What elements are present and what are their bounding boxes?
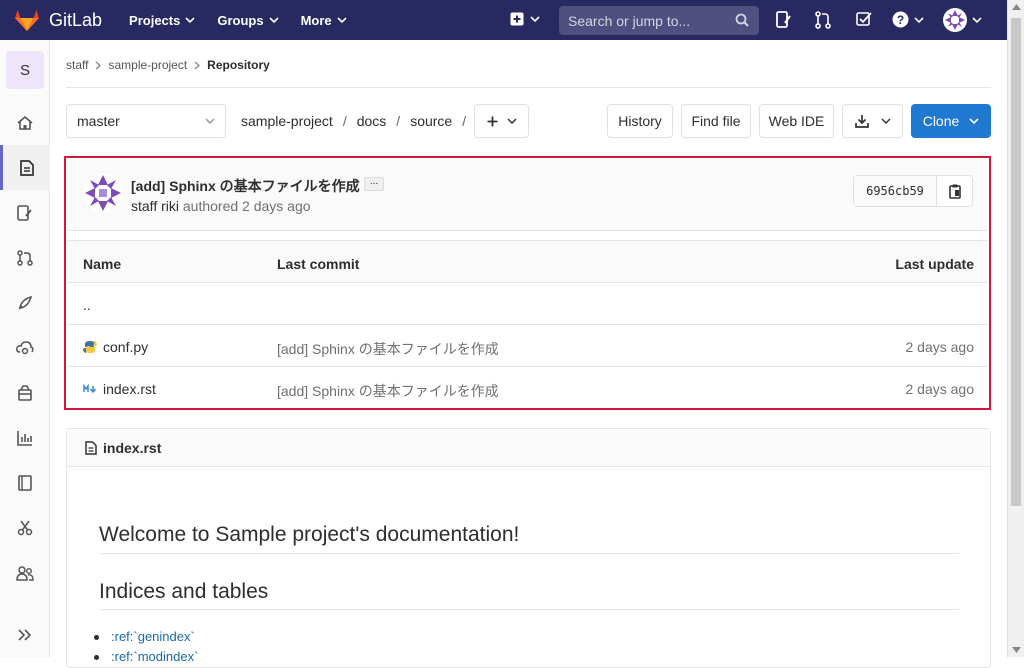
readme-heading-1: Welcome to Sample project's documentatio… <box>99 523 520 546</box>
branch-selector[interactable]: master <box>66 104 226 138</box>
list-item[interactable]: :ref:`genindex` <box>94 629 195 644</box>
gitlab-logo-icon <box>15 10 39 31</box>
more-label: More <box>300 12 332 28</box>
sidebar-item-issues[interactable] <box>0 190 50 235</box>
chevron-down-icon <box>880 118 891 124</box>
chevron-down-icon <box>337 17 347 23</box>
web-ide-button[interactable]: Web IDE <box>759 104 834 138</box>
download-icon <box>854 115 869 128</box>
breadcrumb-staff[interactable]: staff <box>66 58 88 72</box>
clone-dropdown[interactable]: Clone <box>911 104 991 138</box>
path-separator: / <box>342 113 347 129</box>
breadcrumb-repository[interactable]: Repository <box>207 58 270 72</box>
repo-path: sample-project / docs / source / <box>241 113 476 129</box>
top-navbar: GitLab Projects Groups More Search or ju… <box>0 0 1007 40</box>
rocket-icon <box>18 295 33 310</box>
document-icon <box>19 159 34 176</box>
chevron-down-icon <box>530 16 540 22</box>
sidebar-item-operations[interactable] <box>0 325 50 370</box>
path-sample-project[interactable]: sample-project <box>241 113 333 129</box>
project-sidebar: S <box>0 40 50 657</box>
user-menu[interactable] <box>943 8 982 32</box>
sidebar-item-ci-cd[interactable] <box>0 280 50 325</box>
todos-icon[interactable] <box>856 11 872 27</box>
user-avatar-icon <box>943 8 967 32</box>
sidebar-item-analytics[interactable] <box>0 415 50 460</box>
path-source[interactable]: source <box>410 113 452 129</box>
chevron-down-icon <box>969 118 979 124</box>
vertical-scrollbar[interactable] <box>1007 0 1024 657</box>
sidebar-item-repository[interactable] <box>0 145 50 190</box>
issues-icon <box>17 204 32 221</box>
home-icon <box>17 115 33 130</box>
divider <box>99 553 959 554</box>
package-icon <box>18 384 32 401</box>
breadcrumb-sample-project[interactable]: sample-project <box>108 58 187 72</box>
chevron-down-icon <box>185 17 195 23</box>
groups-dropdown[interactable]: Groups <box>217 12 279 28</box>
find-file-button[interactable]: Find file <box>681 104 751 138</box>
users-icon <box>16 565 34 581</box>
highlight-annotation-box <box>64 156 991 410</box>
chevron-down-icon <box>205 118 215 124</box>
project-avatar[interactable]: S <box>6 51 44 89</box>
breadcrumb: staff sample-project Repository <box>66 58 270 72</box>
groups-label: Groups <box>217 12 264 28</box>
scrollbar-thumb[interactable] <box>1011 18 1021 506</box>
path-separator: / <box>396 113 401 129</box>
readme-panel: index.rst Welcome to Sample project's do… <box>66 428 991 668</box>
sidebar-item-members[interactable] <box>0 550 50 595</box>
sidebar-item-snippets[interactable] <box>0 505 50 550</box>
clone-label: Clone <box>922 113 960 129</box>
search-placeholder: Search or jump to... <box>568 12 691 29</box>
chevron-down-icon <box>269 17 279 23</box>
branch-name: master <box>77 113 120 129</box>
history-button[interactable]: History <box>607 104 673 138</box>
question-icon: ? <box>892 11 909 28</box>
sidebar-item-project-overview[interactable] <box>0 100 50 145</box>
chevron-right-icon <box>194 61 201 69</box>
book-icon <box>18 474 32 491</box>
scissors-icon <box>17 520 33 535</box>
plus-square-icon <box>510 12 524 26</box>
path-separator: / <box>462 113 467 129</box>
search-input[interactable]: Search or jump to... <box>559 6 759 35</box>
search-icon <box>735 13 749 27</box>
svg-text:?: ? <box>897 13 904 27</box>
scroll-up-arrow-icon[interactable] <box>1012 4 1021 10</box>
sidebar-collapse-button[interactable] <box>0 612 50 657</box>
path-docs[interactable]: docs <box>357 113 387 129</box>
issues-icon[interactable] <box>776 11 792 29</box>
projects-label: Projects <box>129 12 181 28</box>
divider <box>66 87 991 88</box>
chevron-down-icon <box>506 118 517 124</box>
scroll-down-arrow-icon[interactable] <box>1012 647 1021 653</box>
sidebar-item-packages[interactable] <box>0 370 50 415</box>
gitlab-brand: GitLab <box>49 9 103 30</box>
merge-request-icon <box>17 249 33 266</box>
more-dropdown[interactable]: More <box>301 13 347 28</box>
double-chevron-right-icon <box>18 628 32 641</box>
cloud-gear-icon <box>16 340 34 354</box>
chart-icon <box>17 430 32 446</box>
projects-dropdown[interactable]: Projects <box>129 13 195 28</box>
file-icon <box>85 440 97 455</box>
divider <box>99 609 959 610</box>
download-dropdown[interactable] <box>842 104 903 138</box>
chevron-down-icon <box>972 17 982 23</box>
readme-header: index.rst <box>67 429 990 467</box>
sidebar-item-merge-requests[interactable] <box>0 235 50 280</box>
merge-requests-icon[interactable] <box>815 11 831 29</box>
gitlab-home-link[interactable]: GitLab <box>14 8 102 32</box>
help-dropdown[interactable]: ? <box>892 11 924 28</box>
readme-heading-2: Indices and tables <box>99 580 269 603</box>
chevron-down-icon <box>914 16 924 23</box>
plus-icon <box>487 116 497 126</box>
new-dropdown[interactable] <box>510 12 540 26</box>
readme-filename[interactable]: index.rst <box>103 440 161 456</box>
sidebar-item-wiki[interactable] <box>0 460 50 505</box>
add-to-tree-dropdown[interactable] <box>474 104 529 138</box>
chevron-right-icon <box>96 61 102 69</box>
